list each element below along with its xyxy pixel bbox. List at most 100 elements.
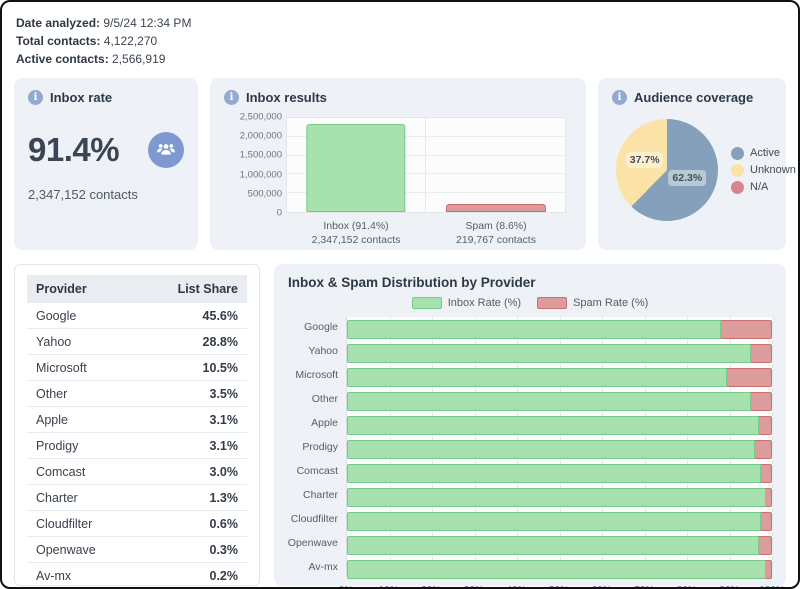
table-row: Cloudfilter0.6% xyxy=(27,511,247,537)
inbox-rate-segment xyxy=(347,320,721,339)
list-share-cell: 1.3% xyxy=(137,485,247,511)
y-axis-tick-label: 0 xyxy=(277,208,282,219)
x-axis-tick-label: 80% xyxy=(677,585,697,589)
inbox-spam-distribution-title: Inbox & Spam Distribution by Provider xyxy=(288,275,772,290)
legend-label: Inbox Rate (%) xyxy=(448,297,521,309)
active-contacts-line: Active contacts: 2,566,919 xyxy=(16,50,786,68)
total-contacts-line: Total contacts: 4,122,270 xyxy=(16,32,786,50)
pie-slice-label: 37.7% xyxy=(626,152,664,168)
inbox-rate-contacts: 2,347,152 contacts xyxy=(28,187,184,202)
inbox-spam-plot xyxy=(346,317,772,576)
audience-pie-chart: 62.3%37.7% xyxy=(616,119,718,221)
y-axis-tick-label: 1,500,000 xyxy=(240,150,282,161)
x-axis-tick-label: 10% xyxy=(379,585,399,589)
x-axis: 0%10%20%30%40%50%60%70%80%90%100% xyxy=(346,585,772,589)
provider-axis-label: Cloudfilter xyxy=(288,509,346,528)
provider-name-cell: Apple xyxy=(27,407,137,433)
inbox-rate-card: i Inbox rate 91.4% 2,347,152 contacts xyxy=(14,78,198,250)
stacked-bar-row xyxy=(347,560,772,579)
provider-name-cell: Charter xyxy=(27,485,137,511)
inbox-spam-distribution-card: Inbox & Spam Distribution by Provider In… xyxy=(274,264,786,586)
spam-rate-segment xyxy=(761,464,772,483)
spam-rate-segment xyxy=(766,560,772,579)
provider-table-card: Provider List Share Google45.6%Yahoo28.8… xyxy=(14,264,260,586)
inbox-results-card: i Inbox results 0500,0001,000,0001,500,0… xyxy=(210,78,586,250)
inbox-rate-value: 91.4% xyxy=(28,131,119,169)
stacked-bar-row xyxy=(347,320,772,339)
inbox-results-chart: 0500,0001,000,0001,500,0002,000,0002,500… xyxy=(224,115,572,241)
spam-rate-segment xyxy=(766,488,772,507)
legend-item: Unknown xyxy=(731,164,796,177)
inbox-rate-segment xyxy=(347,344,751,363)
inbox-rate-segment xyxy=(347,536,759,555)
legend-label: Active xyxy=(750,147,780,159)
spam-rate-segment xyxy=(751,392,772,411)
legend-dot xyxy=(731,181,744,194)
inbox-rate-segment xyxy=(347,368,727,387)
audience-coverage-card: i Audience coverage 62.3%37.7% ActiveUnk… xyxy=(598,78,786,250)
info-icon[interactable]: i xyxy=(28,90,43,105)
stacked-bar-row xyxy=(347,512,772,531)
legend-dot xyxy=(731,147,744,160)
x-axis-tick-label: 90% xyxy=(719,585,739,589)
info-icon[interactable]: i xyxy=(612,90,627,105)
inbox-rate-segment xyxy=(347,440,755,459)
inbox-rate-title: Inbox rate xyxy=(50,90,112,105)
info-icon[interactable]: i xyxy=(224,90,239,105)
provider-name-cell: Other xyxy=(27,381,137,407)
table-row: Google45.6% xyxy=(27,303,247,329)
provider-axis-label: Comcast xyxy=(288,461,346,480)
legend-label: Spam Rate (%) xyxy=(573,297,648,309)
y-axis-tick-label: 2,500,000 xyxy=(240,112,282,123)
spam-rate-segment xyxy=(721,320,772,339)
table-row: Charter1.3% xyxy=(27,485,247,511)
provider-table-header: Provider List Share xyxy=(27,275,247,303)
provider-column-header: Provider xyxy=(27,275,137,303)
spam-rate-segment xyxy=(727,368,772,387)
dashboard-frame: Date analyzed: 9/5/24 12:34 PM Total con… xyxy=(0,0,800,589)
gridline xyxy=(772,317,773,575)
summary-block: Date analyzed: 9/5/24 12:34 PM Total con… xyxy=(16,14,786,68)
stacked-bar-row xyxy=(347,368,772,387)
provider-name-cell: Yahoo xyxy=(27,329,137,355)
table-row: Av-mx0.2% xyxy=(27,563,247,589)
list-share-cell: 3.0% xyxy=(137,459,247,485)
inbox-rate-segment xyxy=(347,512,761,531)
inbox-results-plot xyxy=(286,117,566,213)
inbox-rate-segment xyxy=(347,416,759,435)
x-axis-tick-label: 20% xyxy=(421,585,441,589)
spam-rate-segment xyxy=(761,512,772,531)
bottom-row: Provider List Share Google45.6%Yahoo28.8… xyxy=(14,264,786,586)
provider-axis-label: Prodigy xyxy=(288,437,346,456)
provider-name-cell: Comcast xyxy=(27,459,137,485)
table-row: Prodigy3.1% xyxy=(27,433,247,459)
active-contacts-value: 2,566,919 xyxy=(112,52,165,66)
table-row: Openwave0.3% xyxy=(27,537,247,563)
legend-item: Spam Rate (%) xyxy=(537,297,648,309)
y-axis-tick-label: 500,000 xyxy=(248,188,282,199)
stacked-bar-row xyxy=(347,392,772,411)
legend-item: Active xyxy=(731,147,796,160)
inbox-rate-segment xyxy=(347,488,766,507)
provider-axis-label: Charter xyxy=(288,485,346,504)
provider-axis-label: Other xyxy=(288,389,346,408)
stacked-bar-row xyxy=(347,344,772,363)
list-share-cell: 3.1% xyxy=(137,407,247,433)
legend-item: Inbox Rate (%) xyxy=(412,297,521,309)
stacked-bar-row xyxy=(347,464,772,483)
list-share-cell: 0.6% xyxy=(137,511,247,537)
list-share-cell: 0.3% xyxy=(137,537,247,563)
x-axis-tick-label: 0% xyxy=(339,585,353,589)
pie-slice-label: 62.3% xyxy=(668,170,706,186)
provider-name-cell: Openwave xyxy=(27,537,137,563)
spam-rate-segment xyxy=(755,440,772,459)
legend-item: N/A xyxy=(731,181,796,194)
x-axis-tick-label: 30% xyxy=(464,585,484,589)
list-share-column-header: List Share xyxy=(137,275,247,303)
bar-slot xyxy=(287,118,426,212)
spam-legend-swatch xyxy=(537,297,567,309)
kpi-cards-row: i Inbox rate 91.4% 2,347,152 contacts xyxy=(14,78,786,250)
provider-name-cell: Cloudfilter xyxy=(27,511,137,537)
x-axis-tick-label: 60% xyxy=(592,585,612,589)
spam-rate-segment xyxy=(759,536,772,555)
